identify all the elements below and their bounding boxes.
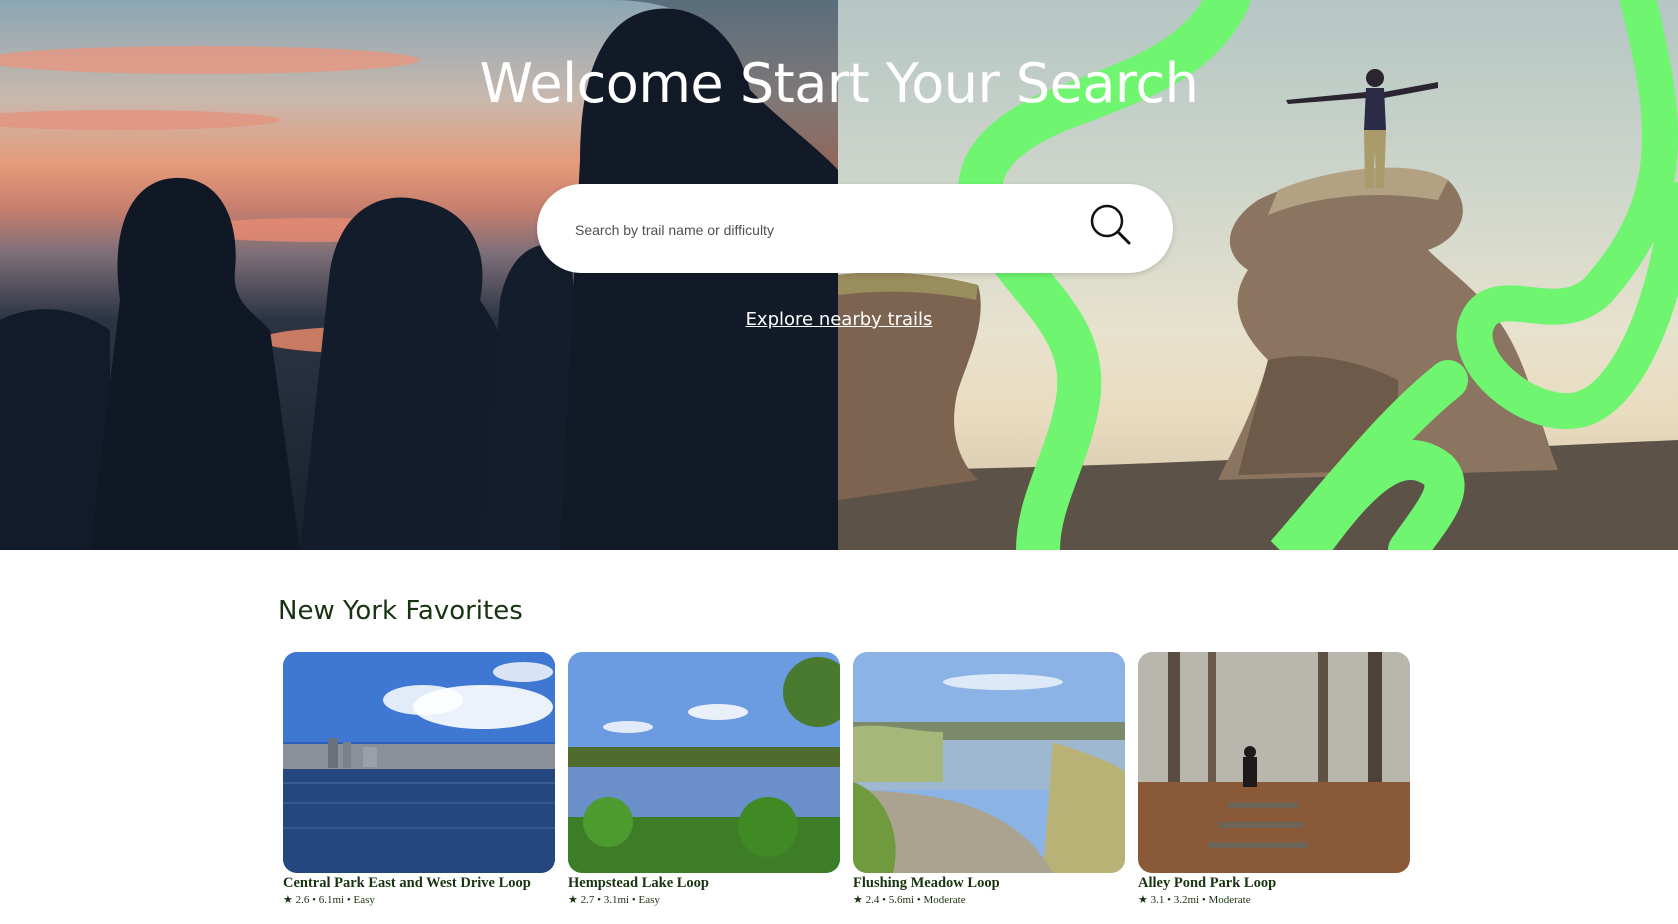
- star-icon: ★: [283, 894, 293, 906]
- trail-card[interactable]: Central Park East and West Drive Loop ★ …: [283, 652, 555, 906]
- trail-photo: [568, 652, 840, 873]
- trail-distance: 3.1mi: [603, 894, 630, 906]
- star-icon: ★: [1138, 894, 1148, 906]
- trail-card[interactable]: Alley Pond Park Loop ★ 3.1 • 3.2mi • Mod…: [1138, 652, 1410, 906]
- trail-distance: 6.1mi: [318, 894, 345, 906]
- search-input[interactable]: [573, 204, 1057, 256]
- search-icon: [1090, 204, 1131, 245]
- hero-title: Welcome Start Your Search: [479, 52, 1199, 115]
- favorites-heading: New York Favorites: [278, 596, 523, 626]
- trail-name: Central Park East and West Drive Loop: [283, 875, 531, 891]
- trail-difficulty: Easy: [638, 894, 660, 906]
- separator-dot: •: [597, 894, 601, 906]
- separator-dot: •: [1167, 894, 1171, 906]
- trail-meta: ★ 2.6 • 6.1mi • Easy: [283, 893, 555, 906]
- trail-photo: [1138, 652, 1410, 873]
- trail-name: Alley Pond Park Loop: [1138, 875, 1277, 891]
- star-icon: ★: [568, 894, 578, 906]
- search-button[interactable]: [1089, 203, 1141, 255]
- separator-dot: •: [1201, 894, 1206, 906]
- explore-nearby-trails-link[interactable]: Explore nearby trails: [0, 309, 1678, 330]
- trail-meta: ★ 3.1 • 3.2mi • Moderate: [1138, 893, 1410, 906]
- trail-meta: ★ 2.7 • 3.1mi • Easy: [568, 893, 840, 906]
- trail-distance: 5.6mi: [888, 894, 915, 906]
- trail-rating: 2.4: [865, 894, 880, 906]
- trail-photo: [853, 652, 1125, 873]
- trail-rating: 2.7: [580, 894, 595, 906]
- trail-rating: 2.6: [295, 894, 310, 906]
- search-bar: [537, 184, 1173, 273]
- trail-name: Hempstead Lake Loop: [568, 875, 709, 891]
- trail-card[interactable]: Flushing Meadow Loop ★ 2.4 • 5.6mi • Mod…: [853, 652, 1125, 906]
- separator-dot: •: [346, 894, 351, 906]
- trail-distance: 3.2mi: [1173, 894, 1200, 906]
- trail-rating: 3.1: [1150, 894, 1165, 906]
- trail-photo: [283, 652, 555, 873]
- trail-name: Flushing Meadow Loop: [853, 875, 1000, 891]
- separator-dot: •: [312, 894, 316, 906]
- trail-card[interactable]: Hempstead Lake Loop ★ 2.7 • 3.1mi • Easy: [568, 652, 840, 906]
- trail-difficulty: Moderate: [923, 894, 966, 906]
- separator-dot: •: [916, 894, 921, 906]
- trail-card-list: Central Park East and West Drive Loop ★ …: [283, 652, 1413, 922]
- trail-meta: ★ 2.4 • 5.6mi • Moderate: [853, 893, 1125, 906]
- star-icon: ★: [853, 894, 863, 906]
- page: Welcome Start Your Search Explore nearby…: [0, 0, 1678, 924]
- trail-difficulty: Moderate: [1208, 894, 1251, 906]
- hero-banner: Welcome Start Your Search Explore nearby…: [0, 0, 1678, 550]
- trail-difficulty: Easy: [353, 894, 375, 906]
- separator-dot: •: [631, 894, 636, 906]
- separator-dot: •: [882, 894, 886, 906]
